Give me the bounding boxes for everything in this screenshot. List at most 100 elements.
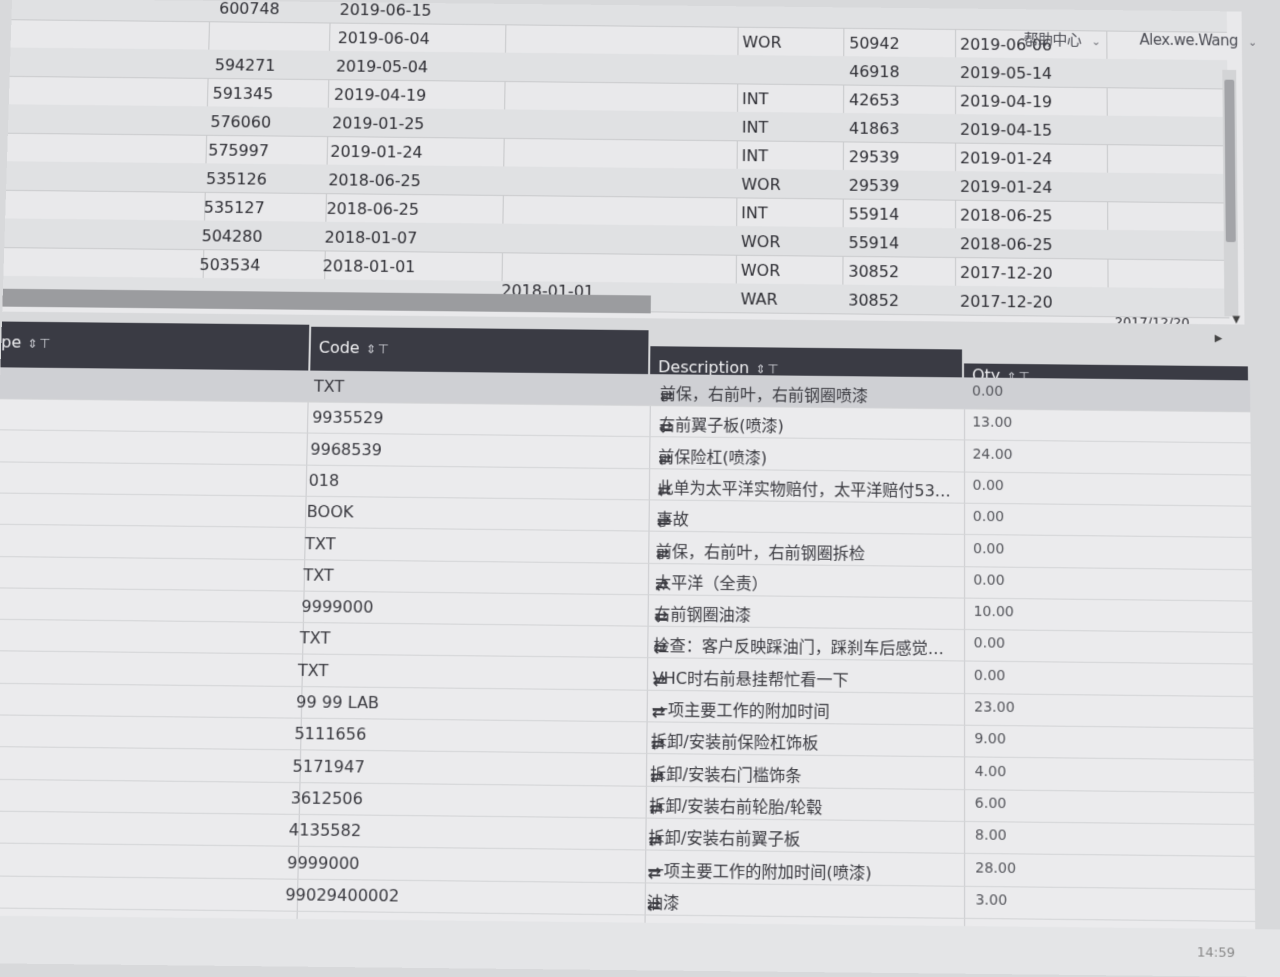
row-date: 2019-01-25 xyxy=(332,113,425,134)
row-description-text: 拆卸/安装右前翼子板 xyxy=(648,828,801,850)
row-amount: 30852 xyxy=(848,261,900,282)
row-date: 2019-04-19 xyxy=(333,85,427,105)
row-description-text: 太平洋（全责） xyxy=(654,572,768,594)
swap-icon[interactable]: ⇄ xyxy=(657,512,669,531)
row-code: 99029400002 xyxy=(285,884,400,906)
row-code: 4135582 xyxy=(288,820,362,841)
row-date: 2019-06-15 xyxy=(339,0,432,20)
user-name: Alex.we.Wang xyxy=(1139,30,1238,50)
swap-icon[interactable]: ⇄ xyxy=(660,386,672,405)
row-amount: 41863 xyxy=(848,118,900,139)
row-qty: 0.00 xyxy=(972,509,1005,526)
row-code: 5171947 xyxy=(292,755,365,777)
row-description: ⇄ 太平洋（全责） xyxy=(655,569,768,594)
user-menu[interactable]: Alex.we.Wang ⌄ xyxy=(1140,31,1257,50)
row-description: ⇄ 右前钢圈油漆 xyxy=(654,600,752,626)
sort-icon[interactable]: ⇕ xyxy=(365,342,375,356)
col-header-code[interactable]: Code ⇕ ⊤ xyxy=(310,326,649,377)
row-code: 99 99 LAB xyxy=(295,692,380,713)
swap-icon[interactable]: ⇄ xyxy=(659,417,671,436)
help-center-label: 帮助中心 xyxy=(1023,30,1082,49)
row-date2: 2019-04-19 xyxy=(960,91,1053,112)
row-description-text: 拆卸/安装前保险杠饰板 xyxy=(650,731,819,754)
app-window: 帮助中心 ⌄ Alex.we.Wang ⌄ 600748 2019-06-15 20… xyxy=(0,0,1280,977)
filter-icon[interactable]: ⊤ xyxy=(378,342,390,357)
row-qty: 9.00 xyxy=(974,731,1006,748)
row-qty: 0.00 xyxy=(973,540,1005,558)
swap-icon[interactable]: ⇄ xyxy=(652,670,664,689)
row-description: ⇄ 右前翼子板(喷漆) xyxy=(659,411,784,436)
vertical-scrollbar[interactable] xyxy=(1222,69,1239,317)
row-qty: 10.00 xyxy=(973,603,1014,621)
row-qty: 0.00 xyxy=(973,635,1006,653)
row-description: ⇄ VHC时右前悬挂帮忙看一下 xyxy=(652,664,848,690)
swap-icon[interactable]: ⇄ xyxy=(658,449,670,468)
swap-icon[interactable]: ⇄ xyxy=(655,575,667,594)
row-type: WOR xyxy=(740,260,781,280)
row-amount: 46918 xyxy=(849,62,900,82)
row-type: WOR xyxy=(742,32,782,52)
row-description: ⇄ 前保，右前叶，右前钢圈拆检 xyxy=(656,537,865,563)
row-code: TXT xyxy=(303,565,334,585)
row-qty: 0.00 xyxy=(973,667,1006,685)
swap-icon[interactable]: ⇄ xyxy=(647,895,659,915)
row-description-text: 拆卸/安装右前轮胎/轮毂 xyxy=(649,795,823,818)
row-code: 3612506 xyxy=(290,788,364,809)
help-center-menu[interactable]: 帮助中心 ⌄ xyxy=(1024,28,1100,49)
row-description: ⇄ 前保险杠(喷漆) xyxy=(658,443,767,468)
swap-icon[interactable]: ⇄ xyxy=(648,830,660,850)
swap-icon[interactable]: ⇄ xyxy=(651,734,663,754)
row-description: ⇄ 前保，右前叶，右前钢圈喷漆 xyxy=(660,380,868,406)
row-code: 9999000 xyxy=(301,596,374,617)
swap-icon[interactable]: ⇄ xyxy=(650,766,662,786)
row-date2: 2018-06-25 xyxy=(960,234,1053,255)
row-description: ⇄ 拆卸/安装右门槛饰条 xyxy=(650,760,801,786)
swap-icon[interactable]: ⇄ xyxy=(653,638,665,657)
sort-icon[interactable]: ⇕ xyxy=(755,362,765,376)
scroll-down-arrow-icon[interactable]: ▼ xyxy=(1232,314,1240,325)
row-date: 2019-06-04 xyxy=(337,28,430,48)
swap-icon[interactable]: ⇄ xyxy=(649,798,661,818)
row-description-text: 拆卸/安装右门槛饰条 xyxy=(649,763,802,785)
row-description: ⇄ 事故 xyxy=(657,506,689,531)
col-header-type[interactable]: pe ⇕ ⊤ xyxy=(0,321,310,371)
row-date: 2018-01-07 xyxy=(324,227,418,248)
row-description: ⇄ 检查：客户反映踩油门，踩刹车后感觉… xyxy=(653,632,944,659)
swap-icon[interactable]: ⇄ xyxy=(656,543,668,562)
row-date: 2018-06-25 xyxy=(328,170,421,191)
row-qty: 13.00 xyxy=(972,414,1013,432)
row-date2: 2019-04-15 xyxy=(960,120,1053,140)
sort-icon[interactable]: ⇕ xyxy=(27,337,37,351)
row-amount: 50942 xyxy=(849,33,900,53)
row-qty: 0.00 xyxy=(972,477,1004,494)
row-code: 9968539 xyxy=(310,439,382,459)
row-qty: 8.00 xyxy=(975,827,1007,845)
row-description-text: 前保险杠(喷漆) xyxy=(658,446,768,468)
filter-icon[interactable]: ⊤ xyxy=(39,337,51,352)
row-description: ⇄ 拆卸/安装前保险杠饰板 xyxy=(651,728,819,754)
row-date2: 2018-06-25 xyxy=(960,205,1053,226)
clock: 14:59 xyxy=(1196,945,1236,962)
swap-icon[interactable]: ⇄ xyxy=(654,607,666,626)
row-amount: 29539 xyxy=(848,147,900,167)
row-description-text: 右前钢圈油漆 xyxy=(654,604,752,625)
row-qty: 6.00 xyxy=(974,795,1007,813)
row-id: 576060 xyxy=(210,112,272,132)
row-description-text: 此单为太平洋实物赔付，太平洋赔付53… xyxy=(657,478,951,501)
row-amount: 42653 xyxy=(849,90,900,110)
row-description: ⇄ 一项主要工作的附加时间(喷漆) xyxy=(647,856,871,883)
swap-icon[interactable]: ⇄ xyxy=(652,702,664,722)
col-header-type-label: pe xyxy=(0,332,22,352)
row-date: 2018-01-01 xyxy=(322,256,416,277)
swap-icon[interactable]: ⇄ xyxy=(647,862,659,882)
row-id: 503534 xyxy=(199,255,261,275)
row-date2: 2019-01-24 xyxy=(960,177,1053,197)
scrollbar-thumb[interactable] xyxy=(1224,79,1236,243)
row-description-text: 前保，右前叶，右前钢圈喷漆 xyxy=(659,384,869,406)
swap-icon[interactable]: ⇄ xyxy=(657,480,669,499)
row-type: INT xyxy=(741,117,769,137)
row-code: BOOK xyxy=(306,502,354,522)
row-id: 575997 xyxy=(208,140,270,161)
row-id: 591345 xyxy=(212,83,274,104)
row-amount: 55914 xyxy=(848,233,900,253)
